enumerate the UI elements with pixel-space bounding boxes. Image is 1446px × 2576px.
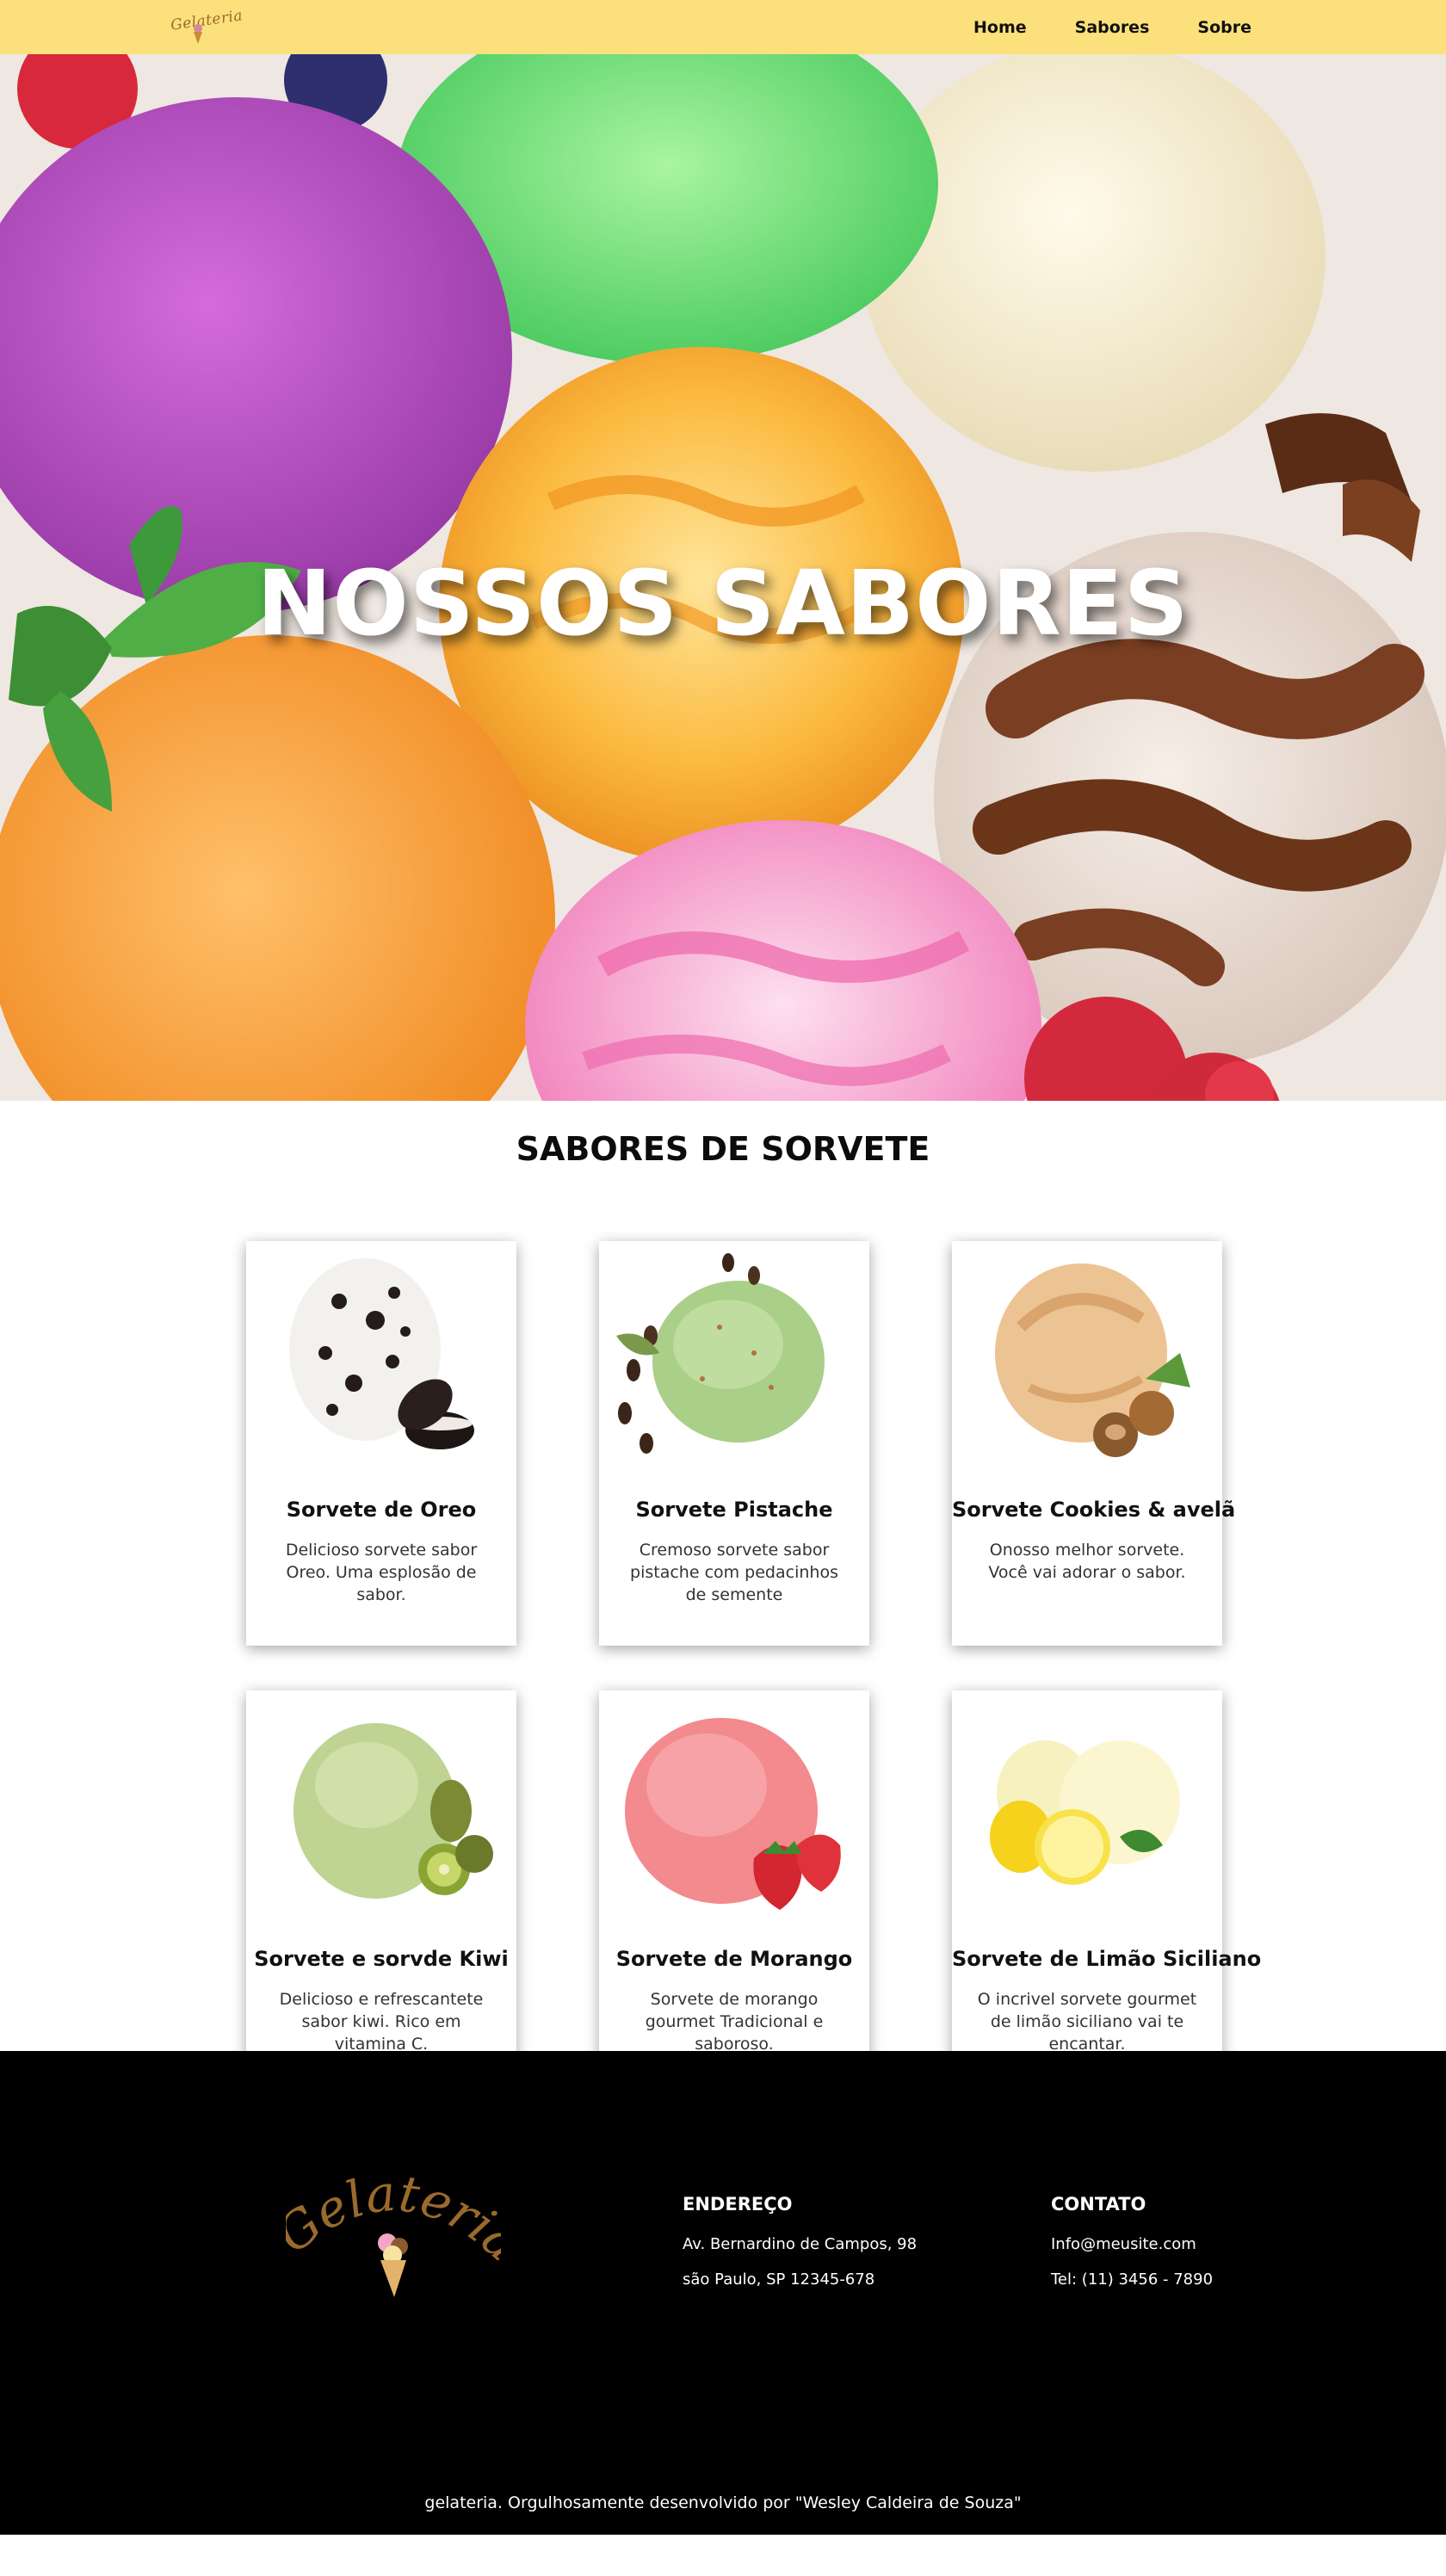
logo-text: Gelateria — [170, 7, 244, 34]
flavor-card[interactable]: Sorvete Pistache Cremoso sorvete sabor p… — [599, 1241, 869, 1646]
hero-banner: NOSSOS SABORES — [0, 54, 1446, 1101]
footer-logo: Gelateria — [265, 2164, 532, 2303]
address-heading: ENDEREÇO — [683, 2194, 793, 2215]
ice-cream-cone-icon — [194, 24, 202, 44]
flavor-card-description: O incrivel sorvete gourmet de limão sici… — [977, 1990, 1197, 2054]
flavor-card[interactable]: Sorvete de Oreo Delicioso sorvete sabor … — [246, 1241, 516, 1646]
flavor-card-title: Sorvete Cookies & avelã — [952, 1498, 1236, 1522]
footer-address: ENDEREÇO Av. Bernardino de Campos, 98 sã… — [683, 2194, 917, 2306]
footer: Gelateria ENDEREÇO Av. Bernardino de Cam… — [0, 2051, 1446, 2535]
flavor-card-title: Sorvete de Oreo — [286, 1498, 477, 1522]
oreo-icecream-icon — [289, 1258, 474, 1449]
flavor-card[interactable]: Sorvete de Limão Siciliano O incrivel so… — [952, 1690, 1262, 2073]
gelateria-logo[interactable]: Gelateria — [170, 7, 244, 48]
flavor-card-title: Sorvete de Morango — [615, 1947, 853, 1971]
flavor-card-description: Cremoso sorvete sabor pistache com pedac… — [630, 1541, 838, 1604]
nav-link-home[interactable]: Home — [973, 18, 1027, 37]
gelateria-logo-icon: Gelateria — [265, 2164, 532, 2297]
flavor-card-description: Sorvete de morango gourmet Tradicional e… — [645, 1990, 824, 2054]
hero-title: NOSSOS SABORES — [256, 551, 1190, 656]
flavor-card-description: Delicioso e refrescantete sabor kiwi. Ri… — [279, 1990, 484, 2054]
footer-contact: CONTATO Info@meusite.com Tel: (11) 3456 … — [1051, 2194, 1213, 2306]
flavor-grid: Sorvete de Oreo Delicioso sorvete sabor … — [0, 1168, 1446, 2073]
flavor-card-title: Sorvete Pistache — [635, 1498, 833, 1522]
flavors-section: SABORES DE SORVETE Sorvete de Oreo Delic… — [0, 1130, 1446, 2073]
flavor-card[interactable]: Sorvete Cookies & avelã Onosso melhor so… — [952, 1241, 1236, 1646]
nav-link-sabores[interactable]: Sabores — [1075, 18, 1150, 37]
strawberry-icecream-icon — [625, 1718, 841, 1910]
hazelnut-icecream-icon — [995, 1263, 1190, 1457]
flavor-card-title: Sorvete e sorvde Kiwi — [254, 1947, 509, 1971]
flavor-card-description: Delicioso sorvete sabor Oreo. Uma esplos… — [285, 1541, 478, 1604]
top-navbar: Gelateria Home Sabores Sobre — [0, 0, 1446, 54]
pistachio-icecream-icon — [616, 1253, 825, 1454]
flavor-card[interactable]: Sorvete e sorvde Kiwi Delicioso e refres… — [246, 1690, 516, 2073]
address-line: Av. Bernardino de Campos, 98 — [683, 2235, 918, 2253]
main-menu: Home Sabores Sobre — [973, 0, 1251, 54]
flavor-card-title: Sorvete de Limão Siciliano — [952, 1947, 1262, 1971]
address-city: são Paulo, SP 12345-678 — [683, 2270, 875, 2289]
contact-heading: CONTATO — [1051, 2194, 1146, 2215]
flavor-card[interactable]: Sorvete de Morango Sorvete de morango go… — [599, 1690, 869, 2073]
contact-email[interactable]: Info@meusite.com — [1051, 2235, 1213, 2253]
lemon-icecream-icon — [990, 1740, 1180, 1885]
nav-link-sobre[interactable]: Sobre — [1197, 18, 1251, 37]
kiwi-icecream-icon — [294, 1723, 493, 1899]
section-title: SABORES DE SORVETE — [516, 1130, 930, 1168]
contact-phone[interactable]: Tel: (11) 3456 - 7890 — [1051, 2270, 1213, 2289]
copyright-text: gelateria. Orgulhosamente desenvolvido p… — [424, 2493, 1022, 2512]
flavor-card-description: Onosso melhor sorvete. Você vai adorar o… — [988, 1541, 1186, 1582]
